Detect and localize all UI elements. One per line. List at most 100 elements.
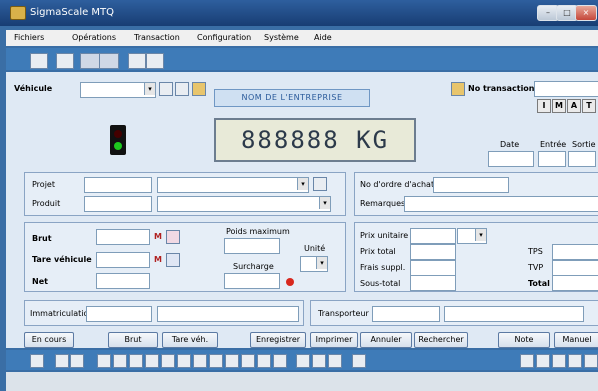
chevron-down-icon[interactable]: ▾ [316,257,327,269]
menu-fichiers[interactable]: Fichiers [14,33,44,42]
vehicle-label: Véhicule [14,84,53,93]
file-icon[interactable] [161,354,175,368]
monitor-icon[interactable] [520,354,534,368]
document-icon[interactable] [56,53,74,69]
manuel-button[interactable]: Manuel [554,332,598,348]
tools-icon[interactable] [113,354,127,368]
pencil-icon[interactable] [166,253,180,267]
entree-input[interactable] [538,151,566,167]
menu-systeme[interactable]: Système [264,33,299,42]
chevron-down-icon[interactable]: ▾ [475,229,486,241]
sous-total-input[interactable] [410,275,456,291]
menu-configuration[interactable]: Configuration [197,33,251,42]
brut-button[interactable]: Brut [108,332,158,348]
poids-max-input[interactable] [224,238,280,254]
letter-i-button[interactable]: I [537,99,551,113]
letter-t-button[interactable]: T [582,99,596,113]
letter-a-button[interactable]: A [567,99,581,113]
transporteur-code-input[interactable] [372,306,440,322]
surcharge-input[interactable] [224,273,280,289]
prix-total-label: Prix total [360,247,396,256]
projet-code-input[interactable] [84,177,152,193]
folder-icon[interactable] [451,82,465,96]
settings-icon[interactable] [209,354,223,368]
net-input[interactable] [96,273,150,289]
grid-icon[interactable] [97,354,111,368]
scale-icon[interactable] [30,53,48,69]
eraser-icon[interactable] [352,354,366,368]
search-icon[interactable] [175,82,189,96]
note-button[interactable]: Note [498,332,550,348]
report-icon[interactable] [273,354,287,368]
red-light [114,130,122,138]
menu-aide[interactable]: Aide [314,33,332,42]
annuler-button[interactable]: Annuler [360,332,412,348]
fire-icon[interactable] [70,354,84,368]
frais-input[interactable] [410,260,456,276]
image-icon[interactable] [257,354,271,368]
help-icon[interactable] [568,354,582,368]
date-input[interactable] [488,151,534,167]
database-icon[interactable] [241,354,255,368]
truck-icon[interactable] [80,53,100,69]
chevron-down-icon[interactable]: ▾ [319,197,330,209]
date-label: Date [500,140,520,149]
brut-input[interactable] [96,229,150,245]
transporteur-name-input[interactable] [444,306,584,322]
tvp-label: TVP [528,263,544,272]
menu-operations[interactable]: Opérations [72,33,116,42]
transaction-input[interactable] [534,81,598,97]
note-icon[interactable] [30,354,44,368]
chevron-down-icon[interactable]: ▾ [297,178,308,190]
chevron-down-icon[interactable]: ▾ [144,83,155,95]
people-icon[interactable] [145,354,159,368]
worker-icon[interactable] [128,53,146,69]
entree-label: Entrée [540,140,567,149]
unite-combo[interactable]: ▾ [300,256,328,272]
vehicle-combo[interactable]: ▾ [80,82,156,98]
tare-input[interactable] [96,252,150,268]
overload-indicator-icon [286,278,294,286]
prix-unitaire-input[interactable] [410,228,456,244]
immat-input[interactable] [86,306,152,322]
window-title: SigmaScale MTQ [30,7,115,18]
no-ordre-input[interactable] [433,177,509,193]
close-icon[interactable]: × [575,5,597,21]
truck-red-icon[interactable] [312,354,326,368]
user-icon[interactable] [55,354,69,368]
tps-input[interactable] [552,244,598,260]
produit-code-input[interactable] [84,196,152,212]
prix-total-input[interactable] [410,244,456,260]
en-cours-button[interactable]: En cours [24,332,74,348]
letter-m-button[interactable]: M [552,99,566,113]
photo-icon[interactable] [146,53,164,69]
tps-label: TPS [528,247,543,256]
truck-icon[interactable] [296,354,310,368]
immat-detail-input[interactable] [157,306,299,322]
projet-combo[interactable]: ▾ [157,177,309,193]
rechercher-button[interactable]: Rechercher [414,332,468,348]
truck-red-icon[interactable] [99,53,119,69]
search-icon[interactable] [313,177,327,191]
pencil-icon[interactable] [166,230,180,244]
calendar-icon[interactable] [177,354,191,368]
tare-button[interactable]: Tare véh. [162,332,218,348]
chart-icon[interactable] [129,354,143,368]
prix-unitaire-combo[interactable]: ▾ [457,228,487,244]
imprimer-button[interactable]: Imprimer [310,332,358,348]
tvp-input[interactable] [552,260,598,276]
produit-combo[interactable]: ▾ [157,196,331,212]
exit-icon[interactable] [584,354,598,368]
network-icon[interactable] [552,354,566,368]
stats-icon[interactable] [536,354,550,368]
cone-icon[interactable] [328,354,342,368]
enregistrer-button[interactable]: Enregistrer [250,332,306,348]
total-input[interactable] [552,275,598,291]
new-document-icon[interactable] [159,82,173,96]
sortie-input[interactable] [568,151,596,167]
menu-transaction[interactable]: Transaction [134,33,180,42]
remarques-input[interactable] [404,196,598,212]
globe-icon[interactable] [225,354,239,368]
calculator-icon[interactable] [193,354,207,368]
camera-icon[interactable] [192,82,206,96]
